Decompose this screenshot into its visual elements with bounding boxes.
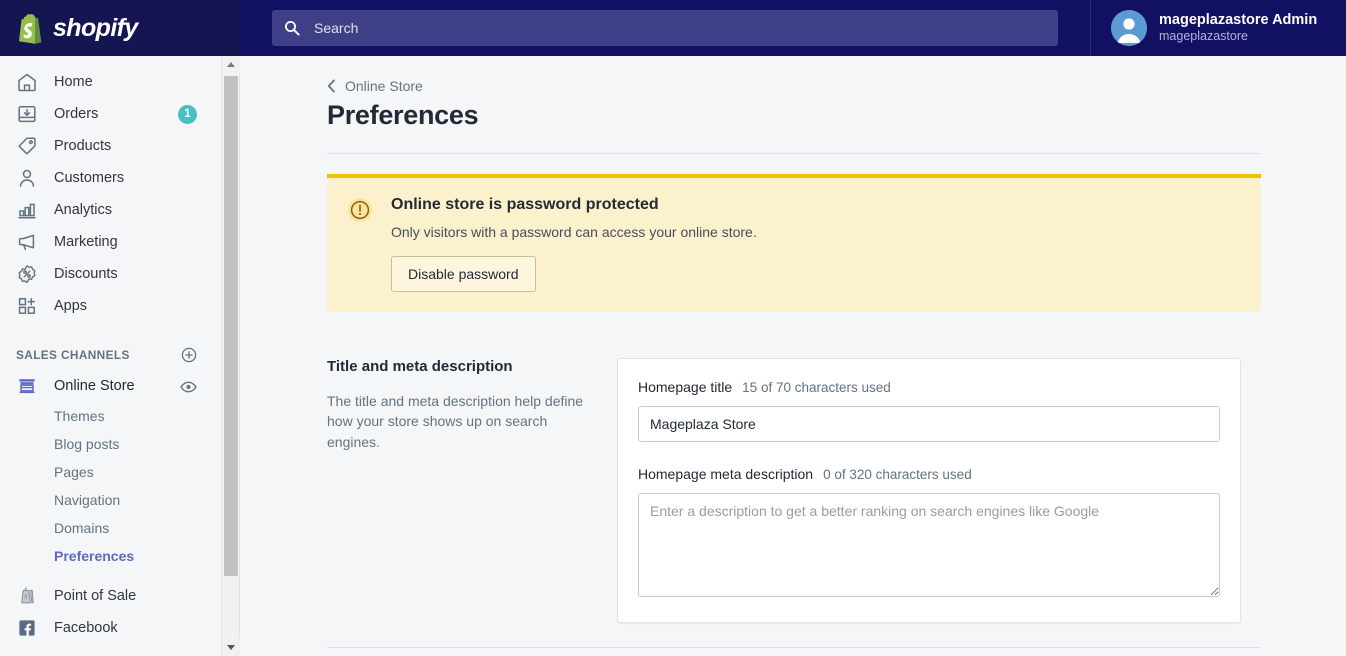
breadcrumb-label: Online Store [345,78,423,94]
sidebar-item-analytics[interactable]: Analytics [0,194,221,226]
sidebar-item-products[interactable]: Products [0,130,221,162]
homepage-meta-description-label-row: Homepage meta description 0 of 320 chara… [638,466,1220,482]
eye-icon[interactable] [180,380,197,393]
sidebar-item-label: Customers [54,170,125,186]
sidebar-item-apps[interactable]: Apps [0,290,221,322]
user-name-label: mageplazastore Admin [1159,12,1318,29]
subitem-label: Blog posts [54,436,120,452]
customers-person-icon [16,167,38,189]
title-meta-card: Homepage title 15 of 70 characters used … [617,358,1241,623]
main-content: Online Store Preferences Online store is… [241,56,1346,656]
user-avatar-icon [1111,10,1147,46]
homepage-meta-description-counter: 0 of 320 characters used [823,467,972,482]
homepage-title-label: Homepage title [638,379,733,395]
products-tag-icon [16,135,38,157]
sidebar-nav: Home Orders 1 Products Customers Analyti… [0,56,222,656]
facebook-icon [16,617,38,639]
subitem-label: Pages [54,464,94,480]
sidebar-scrollbar-thumb[interactable] [224,76,238,576]
section-heading: Title and meta description [327,358,513,375]
shopify-bag-icon [16,12,46,44]
homepage-title-counter: 15 of 70 characters used [742,380,891,395]
user-info: mageplazastore Admin mageplazastore [1159,11,1317,45]
sidebar-subitem-pages[interactable]: Pages [0,458,221,486]
sidebar-subitem-domains[interactable]: Domains [0,514,221,542]
breadcrumb[interactable]: Online Store [327,78,1260,94]
sidebar-item-orders[interactable]: Orders 1 [0,98,221,130]
orders-badge: 1 [178,104,197,124]
shopify-logo[interactable]: shopify [0,0,240,56]
user-menu[interactable]: mageplazastore Admin mageplazastore [1090,0,1346,56]
disable-password-button[interactable]: Disable password [391,256,536,292]
search-icon [284,20,300,36]
field-spacer [638,442,1220,466]
section-help-text: The title and meta description help defi… [327,393,584,450]
password-protected-banner: Online store is password protected Only … [327,174,1261,312]
title-meta-description-column: Title and meta description The title and… [327,358,617,623]
sidebar-item-customers[interactable]: Customers [0,162,221,194]
banner-title: Online store is password protected [391,196,659,213]
sidebar-subitem-preferences[interactable]: Preferences [0,542,221,570]
homepage-meta-description-label: Homepage meta description [638,466,814,482]
sidebar-item-label: Apps [54,298,88,314]
banner-description: Only visitors with a password can access… [391,224,757,240]
search-placeholder-label: Search [314,20,359,36]
sidebar-subitem-blog-posts[interactable]: Blog posts [0,430,221,458]
alert-exclamation-icon [347,197,373,223]
point-of-sale-icon: S [16,585,38,607]
subitem-label: Domains [54,520,110,536]
sidebar-item-label: Point of Sale [54,588,137,604]
sidebar-subitem-themes[interactable]: Themes [0,402,221,430]
marketing-megaphone-icon [16,231,38,253]
top-bar: shopify Search mageplazastore Admin mage… [0,0,1346,56]
sidebar-item-label: Marketing [54,234,118,250]
title-divider [327,153,1261,154]
sidebar-item-label: Analytics [54,202,113,218]
sidebar-scrollbar[interactable] [222,56,240,656]
sidebar-item-label: Discounts [54,266,118,282]
online-store-shop-icon [16,375,38,397]
homepage-title-input[interactable] [638,406,1220,442]
sidebar-subitem-navigation[interactable]: Navigation [0,486,221,514]
sidebar-item-home[interactable]: Home [0,66,221,98]
scroll-up-arrow-icon[interactable] [222,56,240,73]
sidebar-item-point-of-sale[interactable]: S Point of Sale [0,580,221,612]
home-icon [16,71,38,93]
homepage-meta-description-textarea[interactable] [638,493,1220,597]
title-meta-section: Title and meta description The title and… [327,358,1261,623]
sidebar-item-marketing[interactable]: Marketing [0,226,221,258]
scroll-down-arrow-icon[interactable] [222,639,240,656]
sidebar-item-discounts[interactable]: Discounts [0,258,221,290]
sidebar-item-facebook[interactable]: Facebook [0,612,221,644]
user-store-label: mageplazastore [1159,29,1248,44]
analytics-bars-icon [16,199,38,221]
plus-circle-icon[interactable] [181,347,197,363]
subitem-label: Preferences [54,548,135,564]
sidebar-item-label: Facebook [54,620,118,636]
sidebar-item-label: Online Store [54,378,135,394]
orders-icon [16,103,38,125]
brand-label: shopify [53,13,138,42]
sales-channels-label: SALES CHANNELS [16,348,130,362]
search-area: Search [240,10,1090,46]
subitem-label: Navigation [54,492,121,508]
page-title: Preferences [327,100,479,130]
banner-body: Online store is password protected Only … [391,196,757,292]
search-input[interactable]: Search [272,10,1058,46]
subitem-label: Themes [54,408,105,424]
homepage-title-label-row: Homepage title 15 of 70 characters used [638,379,1220,395]
sidebar-item-online-store[interactable]: Online Store [0,370,221,402]
section-divider [327,647,1261,648]
sidebar-item-label: Home [54,74,93,90]
apps-grid-plus-icon [16,295,38,317]
chevron-left-icon [327,79,336,93]
sidebar-item-label: Orders [54,106,99,122]
sidebar-item-label: Products [54,138,112,154]
discounts-percent-icon [16,263,38,285]
sales-channels-header: SALES CHANNELS [0,340,221,370]
